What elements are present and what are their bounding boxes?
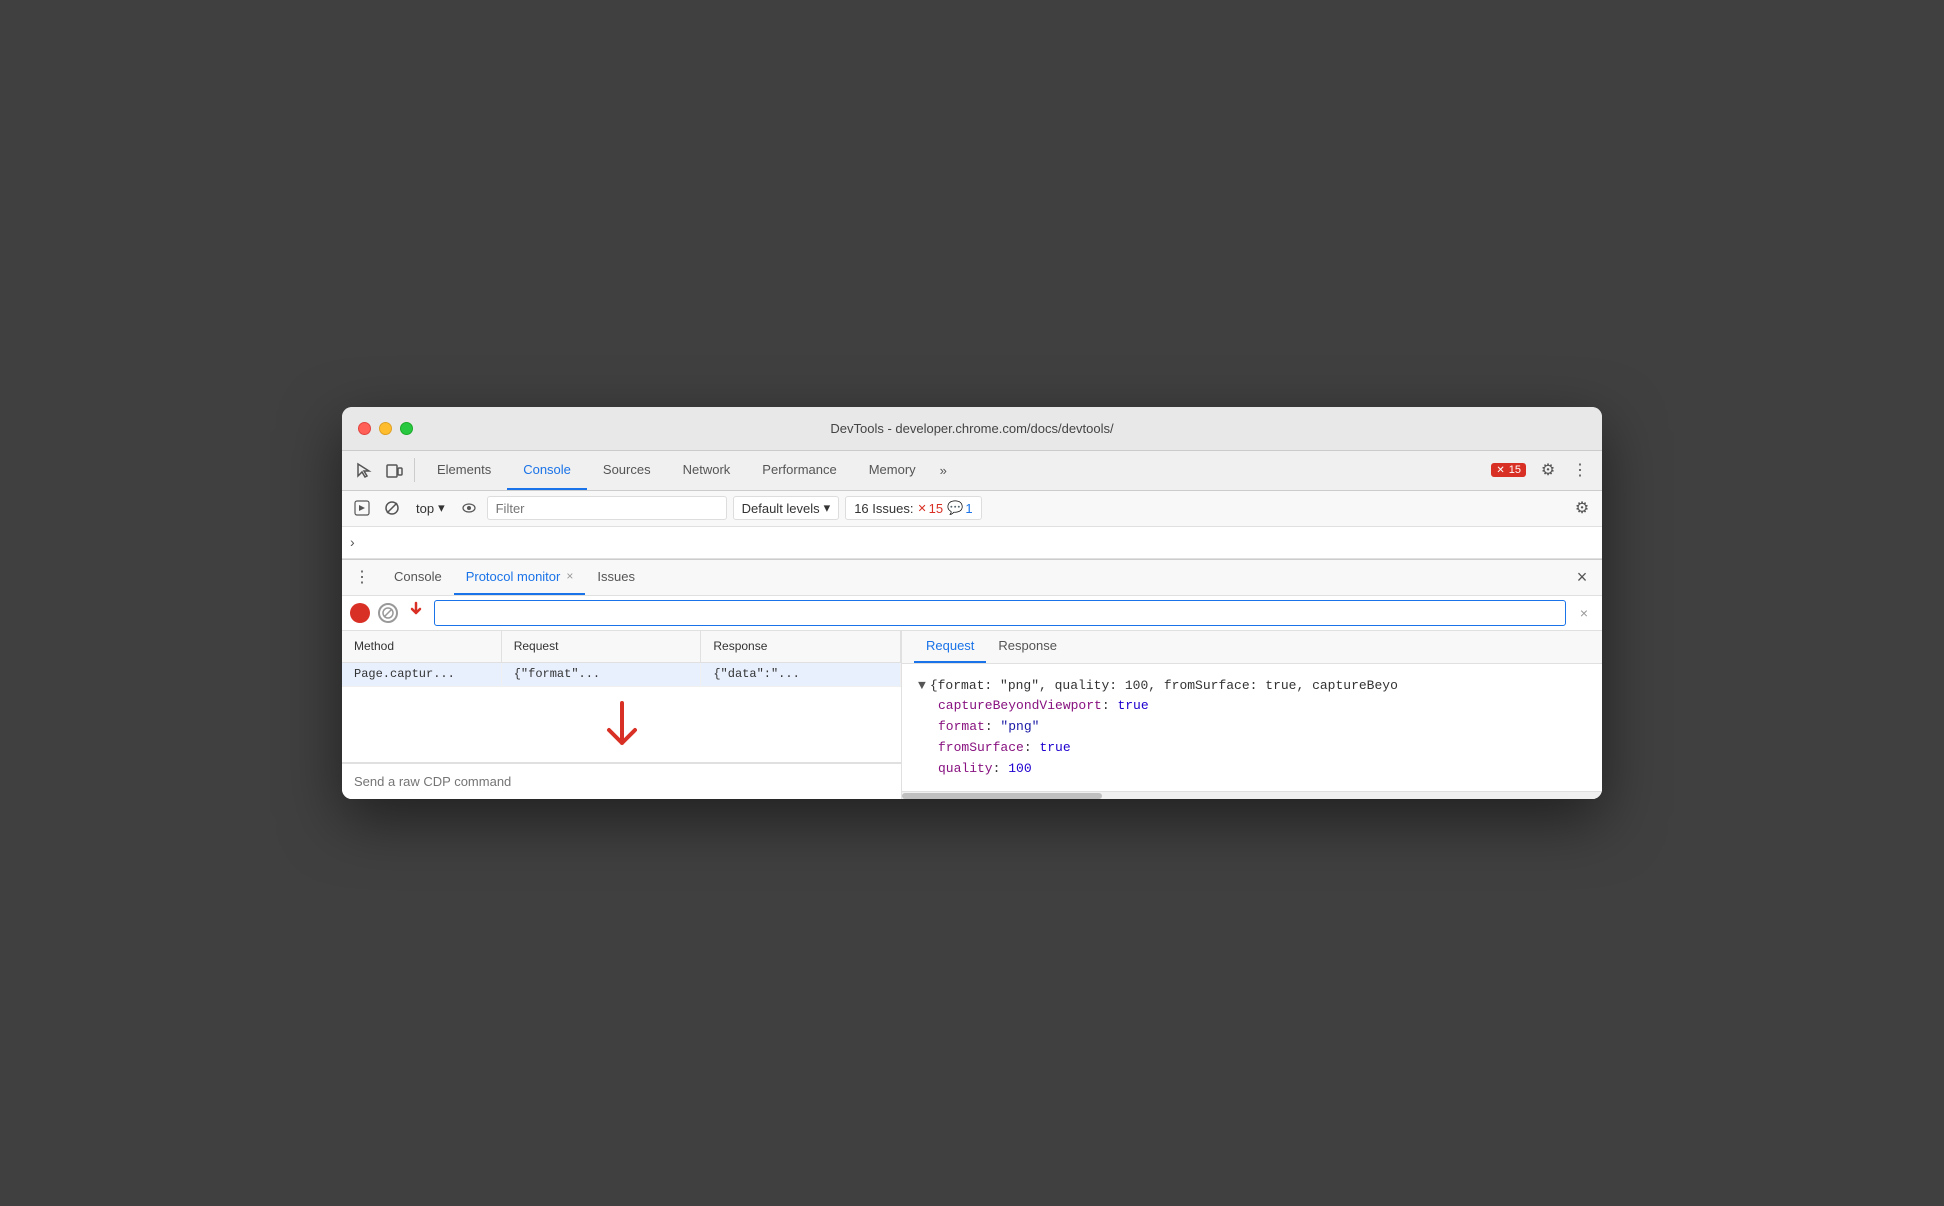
issues-error-count: ✕ 15 (917, 501, 943, 516)
device-toggle-button[interactable] (380, 456, 408, 484)
table-row[interactable]: Page.captur... {"format"... {"data":"... (342, 663, 901, 687)
issues-label: 16 Issues: (854, 501, 913, 516)
json-field-fromSurface: fromSurface : true (938, 738, 1586, 759)
error-badge[interactable]: ✕ 15 (1491, 463, 1526, 477)
cell-method: Page.captur... (342, 663, 502, 686)
tab-network[interactable]: Network (667, 450, 747, 490)
window-title: DevTools - developer.chrome.com/docs/dev… (830, 421, 1113, 436)
eye-button[interactable] (457, 496, 481, 520)
devtools-toolbar: Elements Console Sources Network Perform… (342, 451, 1602, 491)
json-field-format: format : "png" (938, 717, 1586, 738)
devtools-window: DevTools - developer.chrome.com/docs/dev… (342, 407, 1602, 800)
drawer-tab-issues[interactable]: Issues (585, 559, 647, 595)
column-header-response: Response (701, 631, 901, 662)
context-label: top (416, 501, 434, 516)
column-header-method: Method (342, 631, 502, 662)
context-selector[interactable]: top ▾ (410, 498, 451, 518)
drawer-tab-bar: ⋮ Console Protocol monitor × Issues × (342, 560, 1602, 596)
close-drawer-button[interactable]: × (1570, 565, 1594, 589)
console-prompt-area: › (342, 527, 1602, 559)
cell-response: {"data":"... (701, 663, 901, 686)
close-protocol-monitor-tab[interactable]: × (566, 569, 573, 583)
prompt-arrow[interactable]: › (350, 534, 355, 550)
download-button[interactable] (406, 600, 426, 625)
default-levels-label: Default levels (742, 501, 820, 516)
console-toolbar: top ▾ Default levels ▾ 16 Issues: ✕ 15 💬… (342, 491, 1602, 527)
column-header-request: Request (502, 631, 702, 662)
cdp-command-input-bar (342, 763, 901, 799)
context-dropdown-icon: ▾ (438, 500, 445, 516)
traffic-lights (358, 422, 413, 435)
close-button[interactable] (358, 422, 371, 435)
detail-tab-response[interactable]: Response (986, 631, 1069, 663)
table-panel: Method Request Response Page.captur... (342, 631, 902, 800)
execute-button[interactable] (350, 496, 374, 520)
issues-info-count: 💬 1 (947, 500, 972, 516)
levels-dropdown-icon: ▾ (824, 500, 831, 516)
settings-button[interactable]: ⚙ (1534, 456, 1562, 484)
json-root-line[interactable]: ▼ {format: "png", quality: 100, fromSurf… (918, 676, 1586, 697)
maximize-button[interactable] (400, 422, 413, 435)
clear-console-button[interactable] (380, 496, 404, 520)
table-header: Method Request Response (342, 631, 901, 663)
protocol-monitor-panel: screenshot × Method Request Respon (342, 596, 1602, 800)
toolbar-right: ✕ 15 ⚙ ⋮ (1491, 456, 1594, 484)
drawer-tab-protocol-monitor[interactable]: Protocol monitor × (454, 559, 586, 595)
issues-badge[interactable]: 16 Issues: ✕ 15 💬 1 (845, 496, 981, 520)
search-clear-button[interactable]: × (1574, 603, 1594, 623)
json-body: captureBeyondViewport : true format : "p… (918, 696, 1586, 779)
error-x-icon: ✕ (1496, 465, 1504, 476)
title-bar: DevTools - developer.chrome.com/docs/dev… (342, 407, 1602, 451)
clear-log-button[interactable] (378, 603, 398, 623)
tab-sources[interactable]: Sources (587, 450, 667, 490)
tab-console[interactable]: Console (507, 450, 587, 490)
detail-tab-bar: Request Response (902, 631, 1602, 664)
json-field-quality: quality : 100 (938, 759, 1586, 780)
default-levels-button[interactable]: Default levels ▾ (733, 496, 840, 520)
console-settings-button[interactable]: ⚙ (1570, 496, 1594, 520)
record-button[interactable] (350, 603, 370, 623)
json-field-captureBeyondViewport: captureBeyondViewport : true (938, 696, 1586, 717)
search-bar: screenshot × (342, 596, 1602, 631)
filter-input[interactable] (487, 496, 727, 520)
scrollbar-thumb[interactable] (902, 793, 1102, 799)
tab-performance[interactable]: Performance (746, 450, 852, 490)
monitor-split: Method Request Response Page.captur... (342, 631, 1602, 800)
tab-elements[interactable]: Elements (421, 450, 507, 490)
drawer: ⋮ Console Protocol monitor × Issues × (342, 559, 1602, 800)
more-options-button[interactable]: ⋮ (1566, 456, 1594, 484)
cdp-command-input[interactable] (354, 774, 889, 789)
inspect-element-button[interactable] (350, 456, 378, 484)
detail-panel: Request Response ▼ {format: "png", quali… (902, 631, 1602, 800)
table-body: Page.captur... {"format"... {"data":"... (342, 663, 901, 763)
minimize-button[interactable] (379, 422, 392, 435)
tab-bar: Elements Console Sources Network Perform… (421, 450, 1489, 490)
tab-memory[interactable]: Memory (853, 450, 932, 490)
horizontal-scrollbar[interactable] (902, 791, 1602, 799)
detail-content: ▼ {format: "png", quality: 100, fromSurf… (902, 664, 1602, 792)
detail-tab-request[interactable]: Request (914, 631, 986, 663)
more-tabs-button[interactable]: » (932, 450, 955, 490)
drawer-tab-console[interactable]: Console (382, 559, 454, 595)
error-count: 15 (1509, 464, 1521, 476)
json-toggle[interactable]: ▼ (918, 676, 926, 697)
search-input[interactable]: screenshot (434, 600, 1566, 626)
drawer-menu-button[interactable]: ⋮ (350, 565, 374, 589)
toolbar-divider (414, 458, 415, 482)
cell-request: {"format"... (502, 663, 702, 686)
